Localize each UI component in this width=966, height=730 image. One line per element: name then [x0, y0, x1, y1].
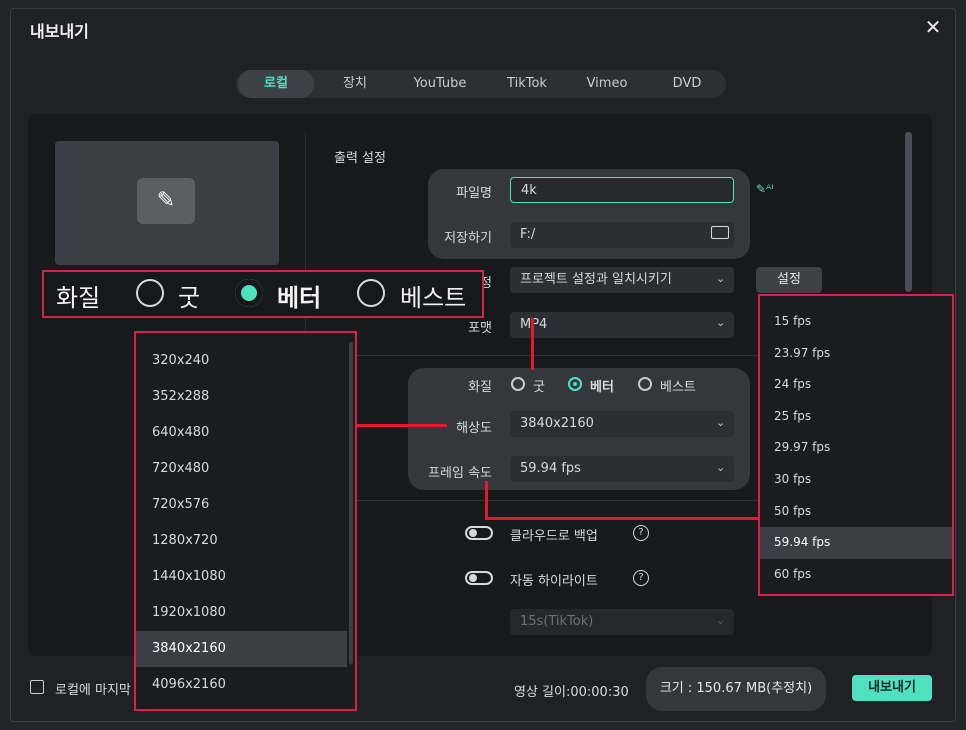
tab-dvd[interactable]: DVD — [650, 70, 724, 98]
output-settings-title: 출력 설정 — [334, 151, 386, 166]
filename-input[interactable]: 4k — [510, 177, 734, 203]
connector-line — [485, 517, 760, 520]
quality-good-radio[interactable] — [511, 377, 525, 391]
connector-line — [531, 318, 534, 370]
chevron-down-icon: ⌄ — [716, 461, 726, 474]
framerate-select[interactable]: 59.94 fps — [510, 456, 734, 482]
save-label: 저장하기 — [444, 231, 492, 246]
tab-youtube[interactable]: YouTube — [400, 70, 480, 98]
chevron-down-icon: ⌄ — [716, 316, 726, 329]
callout-good-radio — [136, 279, 164, 307]
format-label: 포맷 — [468, 321, 492, 336]
folder-icon[interactable] — [711, 226, 729, 239]
chevron-down-icon: ⌄ — [716, 614, 726, 627]
format-select[interactable]: MP4 — [510, 312, 734, 338]
framerate-option[interactable]: 24 fps — [760, 369, 952, 401]
checkbox-label: 로컬에 마지막 — [55, 683, 131, 698]
quality-label: 화질 — [468, 380, 492, 395]
duration-text: 영상 길이:00:00:30 — [514, 685, 629, 700]
highlight-length-select: 15s(TikTok) — [510, 609, 734, 635]
resolution-option[interactable]: 1280x720 — [136, 523, 347, 559]
tab-local[interactable]: 로컬 — [238, 70, 314, 98]
framerate-option[interactable]: 60 fps — [760, 559, 952, 591]
framerate-option-selected[interactable]: 59.94 fps — [760, 527, 952, 559]
chevron-down-icon: ⌄ — [716, 272, 726, 285]
resolution-menu-list: 320x240 352x288 640x480 720x480 720x576 … — [136, 343, 347, 703]
preset-select[interactable]: 프로젝트 설정과 일치시키기 — [510, 267, 734, 293]
framerate-menu-list: 15 fps 23.97 fps 24 fps 25 fps 29.97 fps… — [760, 306, 952, 590]
help-icon[interactable]: ? — [633, 570, 649, 586]
export-button[interactable]: 내보내기 — [852, 675, 932, 701]
framerate-option[interactable]: 15 fps — [760, 306, 952, 338]
checkbox[interactable] — [30, 680, 44, 694]
framerate-label: 프레임 속도 — [428, 466, 492, 481]
framerate-option[interactable]: 50 fps — [760, 496, 952, 528]
settings-button[interactable]: 설정 — [756, 267, 822, 293]
save-path-input[interactable]: F:/ — [510, 222, 734, 248]
quality-good-label: 굿 — [533, 380, 545, 395]
ai-rename-icon[interactable]: ✎ᴬᴵ — [756, 182, 773, 196]
framerate-option[interactable]: 29.97 fps — [760, 432, 952, 464]
resolution-option[interactable]: 1440x1080 — [136, 559, 347, 595]
resolution-option-selected[interactable]: 3840x2160 — [136, 631, 347, 667]
quality-best-radio[interactable] — [638, 377, 652, 391]
auto-highlight-label: 자동 하이라이트 — [510, 574, 598, 589]
callout-best-radio — [357, 279, 385, 307]
resolution-option[interactable]: 320x240 — [136, 343, 347, 379]
callout-good-label: 굿 — [178, 284, 201, 312]
size-estimate: 크기 : 150.67 MB(추정치) — [646, 667, 826, 711]
resolution-menu-scrollbar[interactable] — [349, 342, 353, 664]
cloud-backup-label: 클라우드로 백업 — [510, 529, 598, 544]
chevron-down-icon: ⌄ — [716, 416, 726, 429]
quality-best-label: 베스트 — [660, 380, 696, 395]
callout-better-radio — [235, 279, 263, 307]
auto-highlight-toggle[interactable] — [465, 571, 493, 585]
tab-vimeo[interactable]: Vimeo — [570, 70, 644, 98]
callout-quality-label: 화질 — [56, 284, 101, 312]
resolution-select[interactable]: 3840x2160 — [510, 411, 734, 437]
tab-tiktok[interactable]: TikTok — [490, 70, 564, 98]
framerate-option[interactable]: 25 fps — [760, 401, 952, 433]
filename-label: 파일명 — [456, 186, 492, 201]
resolution-option[interactable]: 4096x2160 — [136, 667, 347, 703]
connector-line — [357, 424, 447, 427]
help-icon[interactable]: ? — [633, 525, 649, 541]
close-icon[interactable]: ✕ — [922, 16, 944, 38]
quality-better-radio[interactable] — [568, 377, 582, 391]
connector-line — [485, 481, 488, 519]
resolution-option[interactable]: 1920x1080 — [136, 595, 347, 631]
framerate-option[interactable]: 30 fps — [760, 464, 952, 496]
resolution-option[interactable]: 720x480 — [136, 451, 347, 487]
cloud-backup-toggle[interactable] — [465, 526, 493, 540]
resolution-option[interactable]: 720x576 — [136, 487, 347, 523]
tab-device[interactable]: 장치 — [318, 70, 392, 98]
scrollbar[interactable] — [905, 132, 912, 292]
resolution-option[interactable]: 640x480 — [136, 415, 347, 451]
quality-better-label: 베터 — [590, 380, 614, 395]
resolution-option[interactable]: 352x288 — [136, 379, 347, 415]
framerate-option[interactable]: 23.97 fps — [760, 338, 952, 370]
dialog-title: 내보내기 — [30, 22, 89, 41]
callout-best-label: 베스트 — [400, 284, 467, 312]
edit-thumbnail-icon[interactable]: ✎ — [137, 178, 195, 224]
callout-better-label: 베터 — [277, 284, 322, 312]
